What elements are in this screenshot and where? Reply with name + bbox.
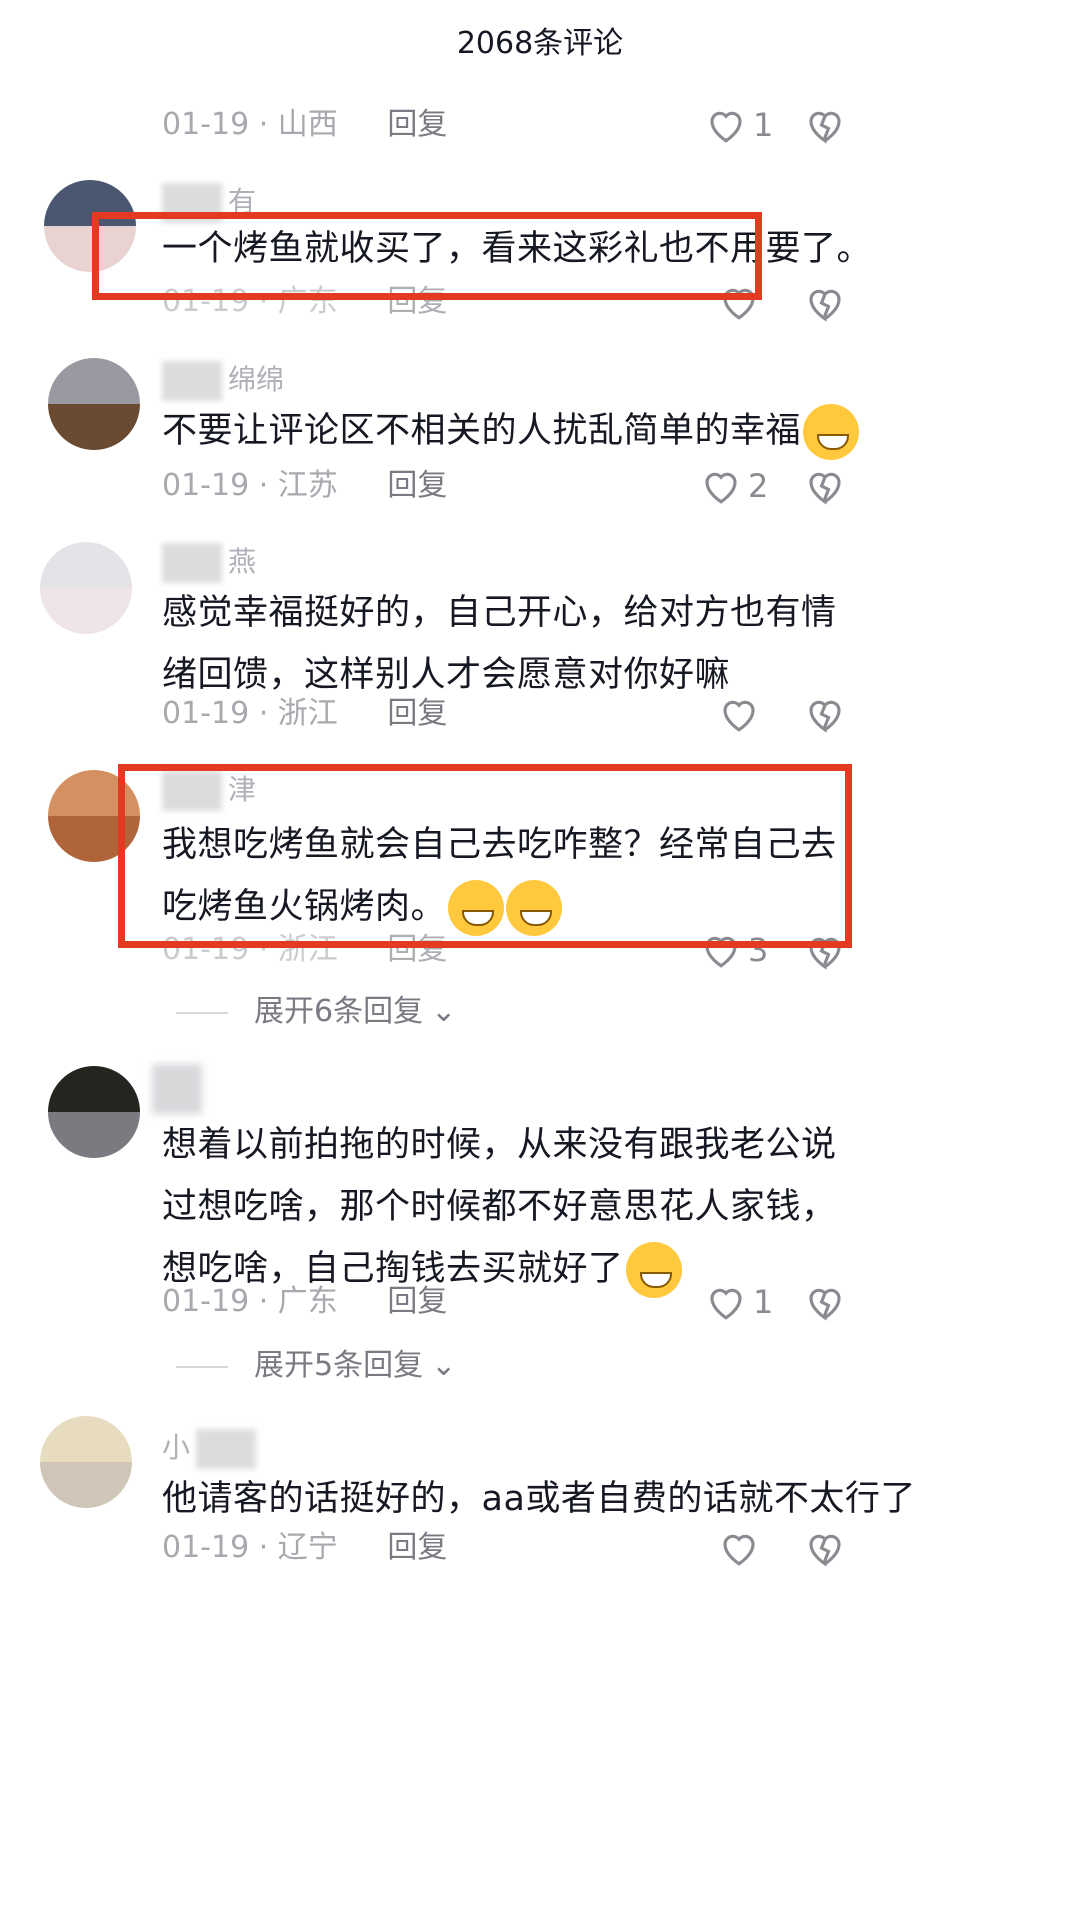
like-count: 1 <box>753 1283 774 1321</box>
username: 小 <box>162 1428 262 1469</box>
comment-meta: 01-19 · 山西 回复 <box>162 107 448 142</box>
heart-outline-icon <box>710 111 742 143</box>
like-button[interactable]: 2 <box>700 466 768 506</box>
comment-meta: 01-19 · 广东 回复 <box>162 1284 448 1319</box>
broken-heart-icon[interactable] <box>804 1281 846 1323</box>
avatar[interactable] <box>40 1416 132 1508</box>
chevron-down-icon: ⌄ <box>431 1348 457 1383</box>
comment-text: 想着以前拍拖的时候，从来没有跟我老公说过想吃啥，那个时候都不好意思花人家钱，想吃… <box>162 1114 862 1300</box>
comment-meta: 01-19 · 辽宁 回复 <box>162 1530 448 1565</box>
highlight-box <box>92 212 762 300</box>
like-button[interactable]: 1 <box>705 1282 773 1322</box>
heart-outline-icon <box>705 472 737 504</box>
like-button[interactable]: 1 <box>705 105 773 145</box>
comment-text: 他请客的话挺好的，aa或者自费的话就不太行了 <box>162 1479 916 1519</box>
reply-button[interactable]: 回复 <box>387 468 447 503</box>
like-button[interactable] <box>718 694 760 734</box>
pleading-emoji-icon <box>803 404 860 460</box>
broken-heart-icon[interactable] <box>804 282 846 324</box>
expand-replies-button[interactable]: 展开5条回复 ⌄ <box>176 1346 456 1386</box>
broken-heart-icon[interactable] <box>804 693 846 735</box>
comment-text: 感觉幸福挺好的，自己开心，给对方也有情绪回馈，这样别人才会愿意对你好嘛 <box>162 593 837 695</box>
reply-button[interactable]: 回复 <box>387 696 447 731</box>
comment-meta: 01-19 · 浙江 回复 <box>162 696 448 731</box>
username: 燕 <box>162 542 256 583</box>
highlight-box <box>118 764 852 948</box>
grin-emoji-icon <box>625 1242 682 1298</box>
like-count: 1 <box>753 106 774 144</box>
username: 绵绵 <box>162 360 284 401</box>
broken-heart-icon[interactable] <box>804 465 846 507</box>
broken-heart-icon[interactable] <box>804 104 846 146</box>
heart-outline-icon <box>710 1288 742 1320</box>
like-count: 2 <box>748 467 769 505</box>
username <box>152 1064 202 1114</box>
avatar[interactable] <box>48 358 140 450</box>
expand-replies-button[interactable]: 展开6条回复 ⌄ <box>176 992 456 1032</box>
heart-outline-icon <box>723 700 755 732</box>
comment-text: 不要让评论区不相关的人扰乱简单的幸福 <box>162 400 1022 462</box>
like-button[interactable] <box>718 1528 760 1568</box>
avatar[interactable] <box>40 542 132 634</box>
broken-heart-icon[interactable] <box>804 1527 846 1569</box>
reply-button[interactable]: 回复 <box>387 1530 447 1565</box>
avatar[interactable] <box>48 1066 140 1158</box>
chevron-down-icon: ⌄ <box>431 994 457 1029</box>
comments-header: 2068条评论 <box>456 26 624 61</box>
comment-meta: 01-19 · 江苏 回复 <box>162 468 448 503</box>
reply-button[interactable]: 回复 <box>387 1284 447 1319</box>
reply-button[interactable]: 回复 <box>387 107 447 142</box>
heart-outline-icon <box>723 1534 755 1566</box>
